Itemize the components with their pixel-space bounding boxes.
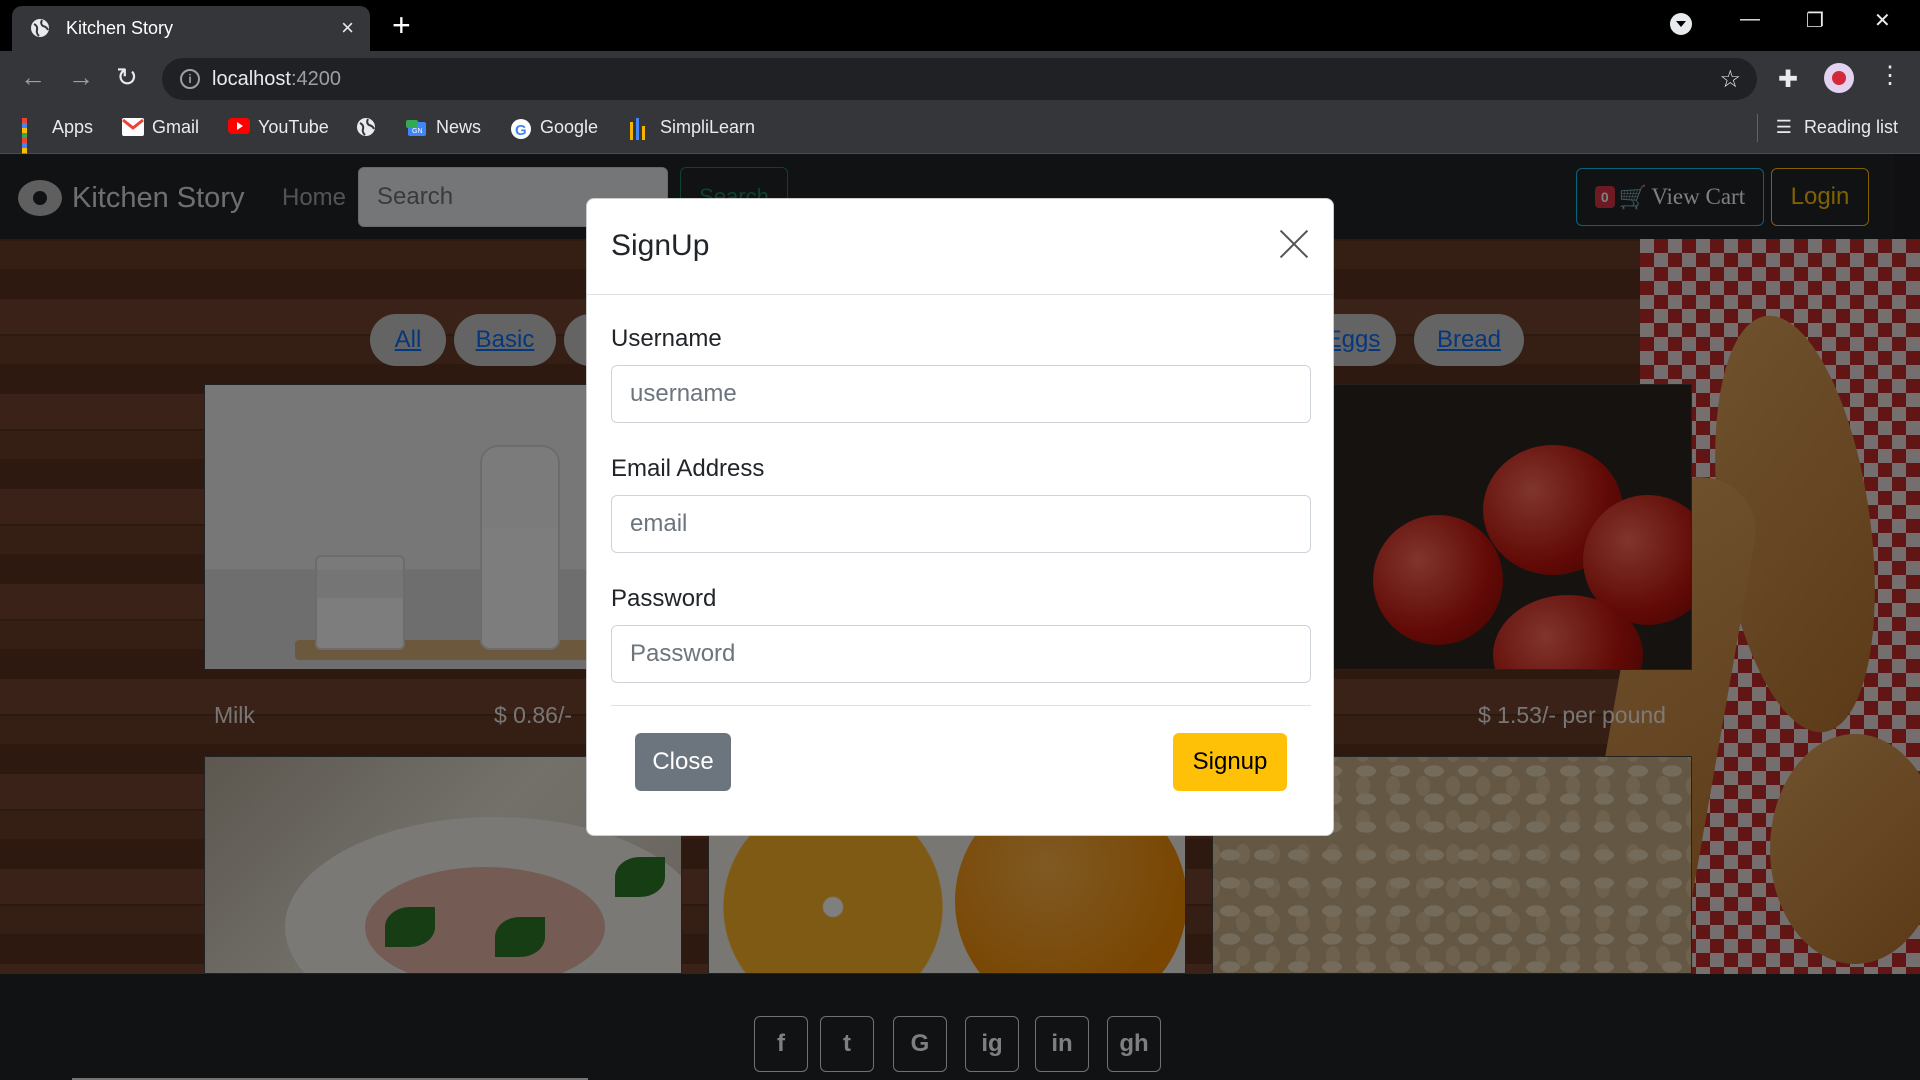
username-field[interactable] [611, 365, 1311, 423]
username-label: Username [611, 325, 722, 352]
close-icon[interactable] [1277, 227, 1311, 261]
new-tab-button[interactable]: + [392, 8, 411, 42]
reload-icon[interactable]: ↻ [116, 64, 138, 90]
bookmark-news[interactable]: GN News [406, 117, 481, 138]
close-button[interactable]: Close [635, 733, 731, 791]
bookmarks-divider [1757, 114, 1758, 142]
address-bar[interactable]: i localhost:4200 ☆ [162, 58, 1757, 100]
modal-footer-divider [611, 705, 1311, 706]
bookmark-google[interactable]: G Google [510, 117, 598, 139]
globe-icon [30, 18, 50, 43]
bookmark-globe[interactable] [356, 117, 386, 137]
gmail-icon [122, 117, 144, 138]
signup-modal: SignUp Username Email Address Password C… [586, 198, 1334, 836]
profile-avatar[interactable] [1824, 63, 1854, 93]
browser-tab-bar: Kitchen Story × + — ❐ ✕ [0, 0, 1920, 51]
email-label: Email Address [611, 455, 765, 482]
tab-title: Kitchen Story [66, 18, 174, 38]
globe-icon [356, 117, 376, 137]
news-icon: GN [406, 118, 426, 138]
window-close-icon[interactable]: ✕ [1874, 8, 1891, 33]
modal-title: SignUp [611, 229, 710, 262]
back-icon[interactable]: ← [20, 64, 46, 90]
url-text: localhost:4200 [212, 68, 341, 90]
signup-button[interactable]: Signup [1173, 733, 1287, 791]
youtube-icon [228, 117, 250, 138]
tab-close-icon[interactable]: × [341, 15, 354, 41]
simplilearn-icon [630, 117, 650, 140]
reading-list-icon: ☰ [1775, 117, 1792, 137]
svg-text:G: G [515, 122, 527, 139]
bookmark-youtube[interactable]: YouTube [228, 117, 329, 138]
web-page: Kitchen Story Home Search 0 🛒 View Cart … [0, 154, 1920, 1080]
browser-menu-icon[interactable]: ⋮ [1878, 63, 1902, 89]
reading-list-button[interactable]: ☰ Reading list [1776, 117, 1898, 138]
apps-grid-icon [22, 117, 42, 163]
browser-tab[interactable]: Kitchen Story × [12, 6, 370, 51]
password-label: Password [611, 585, 717, 612]
browser-toolbar: ← → ↻ i localhost:4200 ☆ [0, 51, 1920, 105]
restore-icon[interactable]: ❐ [1806, 8, 1824, 33]
extensions-icon[interactable]: ✚ [1778, 65, 1798, 94]
email-field[interactable] [611, 495, 1311, 553]
svg-text:GN: GN [412, 128, 423, 135]
tab-search-icon[interactable] [1670, 13, 1692, 35]
site-info-icon[interactable]: i [180, 69, 200, 89]
password-field[interactable] [611, 625, 1311, 683]
forward-icon[interactable]: → [68, 64, 94, 90]
bookmark-star-icon[interactable]: ☆ [1719, 65, 1741, 94]
google-icon: G [510, 118, 531, 139]
bookmark-gmail[interactable]: Gmail [122, 117, 199, 138]
minimize-icon[interactable]: — [1740, 8, 1760, 31]
bookmark-simplilearn[interactable]: SimpliLearn [630, 117, 755, 140]
modal-header: SignUp [587, 199, 1333, 295]
bookmark-apps[interactable]: Apps [22, 117, 93, 163]
bookmarks-bar: Apps Gmail YouTube GN News G Google Simp… [0, 105, 1920, 163]
